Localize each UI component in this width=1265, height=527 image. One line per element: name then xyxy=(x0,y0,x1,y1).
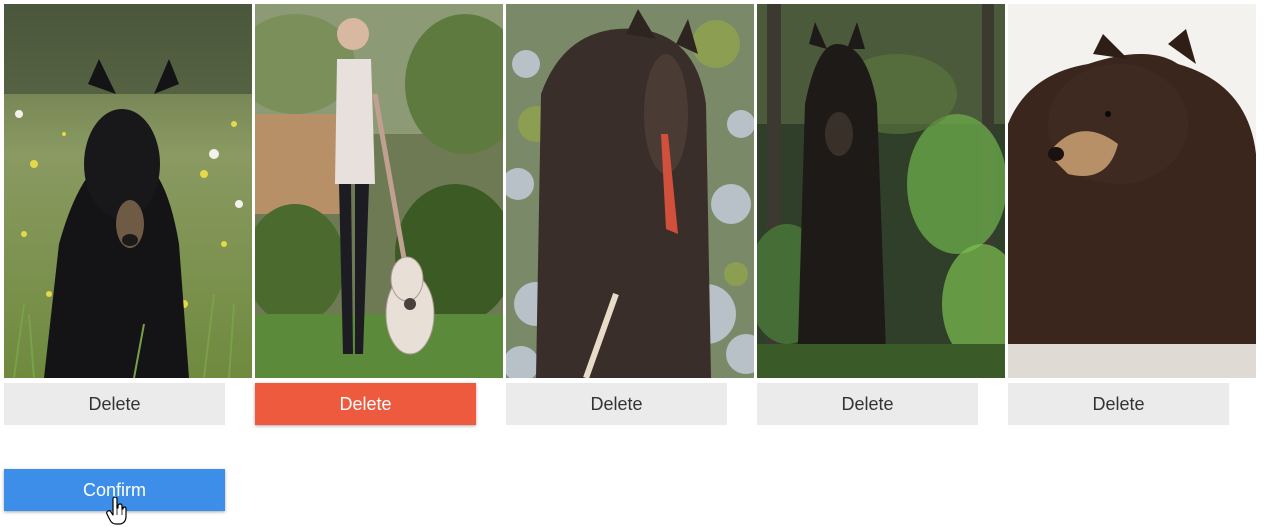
confirm-button[interactable]: Confirm xyxy=(4,469,225,511)
person-with-guitar-image xyxy=(255,4,503,378)
delete-button-5[interactable]: Delete xyxy=(1008,383,1229,425)
black-bear-in-forest-image xyxy=(757,4,1005,378)
delete-button-1[interactable]: Delete xyxy=(4,383,225,425)
image-card-3: Delete xyxy=(506,4,754,425)
image-card-2: Delete xyxy=(255,4,503,425)
image-grid: Delete Delete Delete Delete Delete xyxy=(4,4,1256,425)
brown-bear-on-rocks-image xyxy=(506,4,754,378)
delete-button-2[interactable]: Delete xyxy=(255,383,476,425)
image-review-page: Delete Delete Delete Delete Delete Confi… xyxy=(0,0,1265,527)
image-card-4: Delete xyxy=(757,4,1005,425)
delete-button-4[interactable]: Delete xyxy=(757,383,978,425)
black-bear-in-meadow-image xyxy=(4,4,252,378)
brown-bear-portrait-image xyxy=(1008,4,1256,378)
image-card-1: Delete xyxy=(4,4,252,425)
delete-button-3[interactable]: Delete xyxy=(506,383,727,425)
image-card-5: Delete xyxy=(1008,4,1256,425)
